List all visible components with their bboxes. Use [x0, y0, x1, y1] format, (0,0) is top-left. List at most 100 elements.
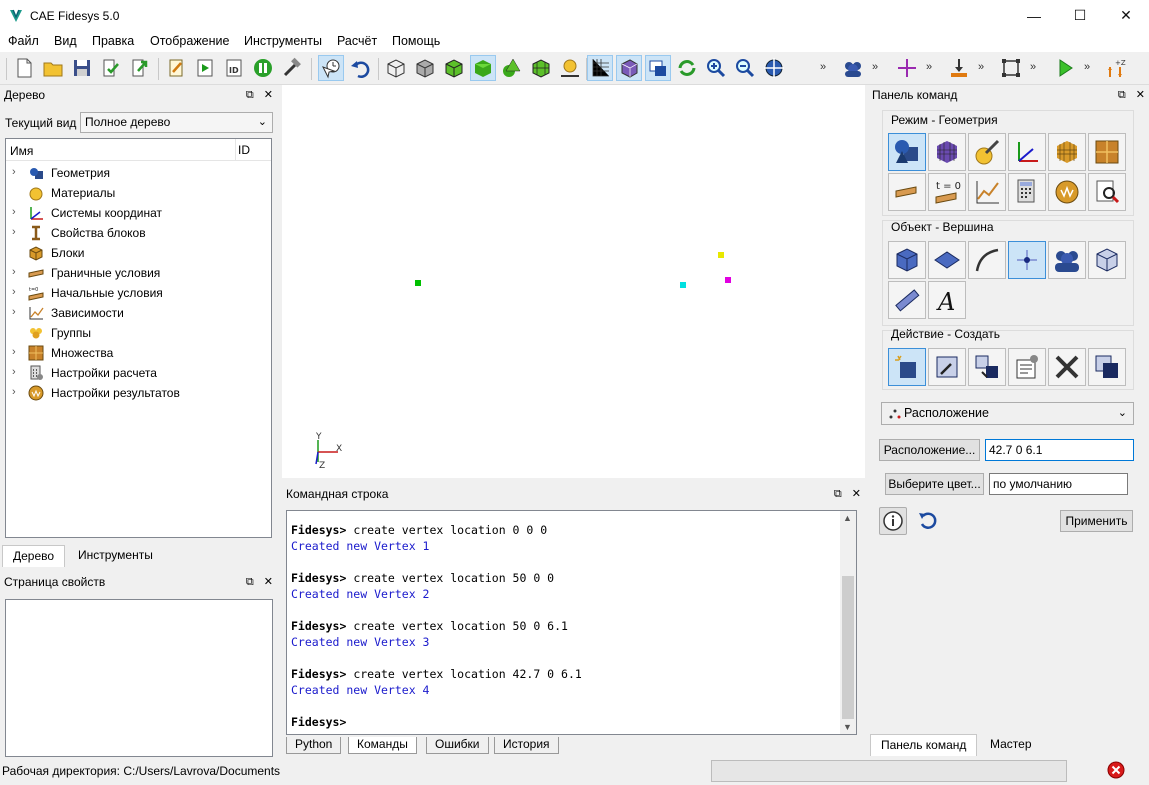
- vertex-2[interactable]: [680, 282, 686, 288]
- reset-button[interactable]: [916, 509, 940, 533]
- box-view-icon[interactable]: [616, 55, 642, 81]
- tree-item[interactable]: › Системы координат: [6, 203, 271, 223]
- pause-icon[interactable]: [250, 55, 276, 81]
- hammer-icon[interactable]: [279, 55, 305, 81]
- measure-object-icon[interactable]: [888, 281, 926, 319]
- apply-button[interactable]: Применить: [1060, 510, 1133, 532]
- scroll-down-icon[interactable]: ▼: [843, 722, 852, 732]
- hidden-line-cube-icon[interactable]: [412, 55, 438, 81]
- location-button[interactable]: Расположение...: [879, 439, 980, 461]
- grid-axes-icon[interactable]: [587, 55, 613, 81]
- tree-item[interactable]: › t=0 Начальные условия: [6, 283, 271, 303]
- color-input[interactable]: по умолчанию: [989, 473, 1128, 495]
- toolbar-overflow-icon[interactable]: »: [872, 61, 878, 73]
- graphics-viewport[interactable]: Y X Z: [282, 85, 865, 478]
- chevron-right-icon[interactable]: ›: [12, 166, 16, 178]
- create-action-icon[interactable]: [888, 348, 926, 386]
- tree-item[interactable]: › Множества: [6, 343, 271, 363]
- close-panel-icon[interactable]: ✕: [1136, 86, 1145, 104]
- modify-action-icon[interactable]: [928, 348, 966, 386]
- tab-wizard[interactable]: Мастер: [980, 734, 1042, 756]
- wireframe-cube-icon[interactable]: [383, 55, 409, 81]
- info-button[interactable]: [879, 507, 907, 535]
- bounding-box-icon[interactable]: [998, 55, 1024, 81]
- id-icon[interactable]: ID: [221, 55, 247, 81]
- menu-view[interactable]: Вид: [54, 34, 77, 48]
- menu-tools[interactable]: Инструменты: [244, 34, 322, 48]
- run-script-icon[interactable]: [192, 55, 218, 81]
- menu-help[interactable]: Помощь: [392, 34, 440, 48]
- chevron-right-icon[interactable]: ›: [12, 306, 16, 318]
- open-folder-icon[interactable]: [40, 55, 66, 81]
- scroll-thumb[interactable]: [842, 576, 854, 719]
- calc-settings-mode-icon[interactable]: [1008, 173, 1046, 211]
- material-mode-icon[interactable]: [968, 133, 1006, 171]
- maximize-button[interactable]: ☐: [1057, 0, 1103, 31]
- edit-script-icon[interactable]: [163, 55, 189, 81]
- zoom-out-icon[interactable]: [732, 55, 758, 81]
- toolbar-overflow-icon[interactable]: »: [1084, 61, 1090, 73]
- new-file-icon[interactable]: [11, 55, 37, 81]
- tab-python[interactable]: Python: [286, 737, 342, 754]
- transform-action-icon[interactable]: [968, 348, 1006, 386]
- coordinate-mode-icon[interactable]: [1008, 133, 1046, 171]
- shapes-icon[interactable]: [499, 55, 525, 81]
- tree-item[interactable]: › Граничные условия: [6, 263, 271, 283]
- initial-mode-icon[interactable]: t = 0: [928, 173, 966, 211]
- tree-item[interactable]: › Настройки результатов: [6, 383, 271, 403]
- import-icon[interactable]: [127, 55, 153, 81]
- vertex-object-icon[interactable]: [1008, 241, 1046, 279]
- transform-icon[interactable]: [557, 55, 583, 81]
- chevron-right-icon[interactable]: ›: [12, 266, 16, 278]
- zoom-fit-icon[interactable]: [761, 55, 787, 81]
- save-icon[interactable]: [69, 55, 95, 81]
- column-name-header[interactable]: Имя: [10, 144, 33, 158]
- float-panel-icon[interactable]: ⧉: [1118, 86, 1126, 104]
- select-mode-icon[interactable]: [318, 55, 344, 81]
- tree-item[interactable]: › Геометрия: [6, 163, 271, 183]
- smooth-shaded-cube-icon[interactable]: [470, 55, 496, 81]
- chevron-right-icon[interactable]: ›: [12, 226, 16, 238]
- float-panel-icon[interactable]: ⧉: [246, 573, 254, 591]
- vertex-4[interactable]: [718, 252, 724, 258]
- view-select[interactable]: Полное дерево ⌄: [80, 112, 273, 133]
- minimize-button[interactable]: —: [1011, 0, 1057, 31]
- view-axis-z-icon[interactable]: +Z: [1104, 55, 1130, 81]
- location-input[interactable]: 42.7 0 6.1: [985, 439, 1134, 461]
- dependency-mode-icon[interactable]: [968, 173, 1006, 211]
- curve-object-icon[interactable]: [968, 241, 1006, 279]
- copy-action-icon[interactable]: [1088, 348, 1126, 386]
- group-object-icon[interactable]: [1048, 241, 1086, 279]
- menu-edit[interactable]: Правка: [92, 34, 134, 48]
- tab-commands[interactable]: Команды: [348, 737, 417, 754]
- block-mode-icon[interactable]: [1048, 133, 1086, 171]
- geometry-mode-icon[interactable]: [888, 133, 926, 171]
- menu-file[interactable]: Файл: [8, 34, 39, 48]
- vertex-1[interactable]: [415, 280, 421, 286]
- groups-toolbar-icon[interactable]: [840, 55, 866, 81]
- tab-tools[interactable]: Инструменты: [68, 545, 163, 567]
- tree-item[interactable]: › Зависимости: [6, 303, 271, 323]
- tab-command-panel[interactable]: Панель команд: [870, 734, 978, 756]
- method-select[interactable]: Расположение ⌄: [881, 402, 1134, 425]
- window-view-icon[interactable]: [645, 55, 671, 81]
- body-object-icon[interactable]: [1088, 241, 1126, 279]
- sets-mode-icon[interactable]: [1088, 133, 1126, 171]
- close-panel-icon[interactable]: ✕: [852, 485, 861, 503]
- mesh-cube-icon[interactable]: [528, 55, 554, 81]
- close-panel-icon[interactable]: ✕: [264, 86, 273, 104]
- tree-item[interactable]: › Свойства блоков: [6, 223, 271, 243]
- surface-object-icon[interactable]: [928, 241, 966, 279]
- tab-history[interactable]: История: [494, 737, 559, 754]
- run-calculation-icon[interactable]: [1052, 55, 1078, 81]
- chevron-right-icon[interactable]: ›: [12, 206, 16, 218]
- volume-object-icon[interactable]: [888, 241, 926, 279]
- tree-item[interactable]: › Настройки расчета: [6, 363, 271, 383]
- boundary-mode-icon[interactable]: [888, 173, 926, 211]
- command-scrollbar[interactable]: ▲ ▼: [840, 511, 856, 734]
- text-object-icon[interactable]: A: [928, 281, 966, 319]
- menu-display[interactable]: Отображение: [150, 34, 229, 48]
- tab-errors[interactable]: Ошибки: [426, 737, 489, 754]
- shaded-cube-icon[interactable]: [441, 55, 467, 81]
- toolbar-overflow-icon[interactable]: »: [820, 61, 826, 73]
